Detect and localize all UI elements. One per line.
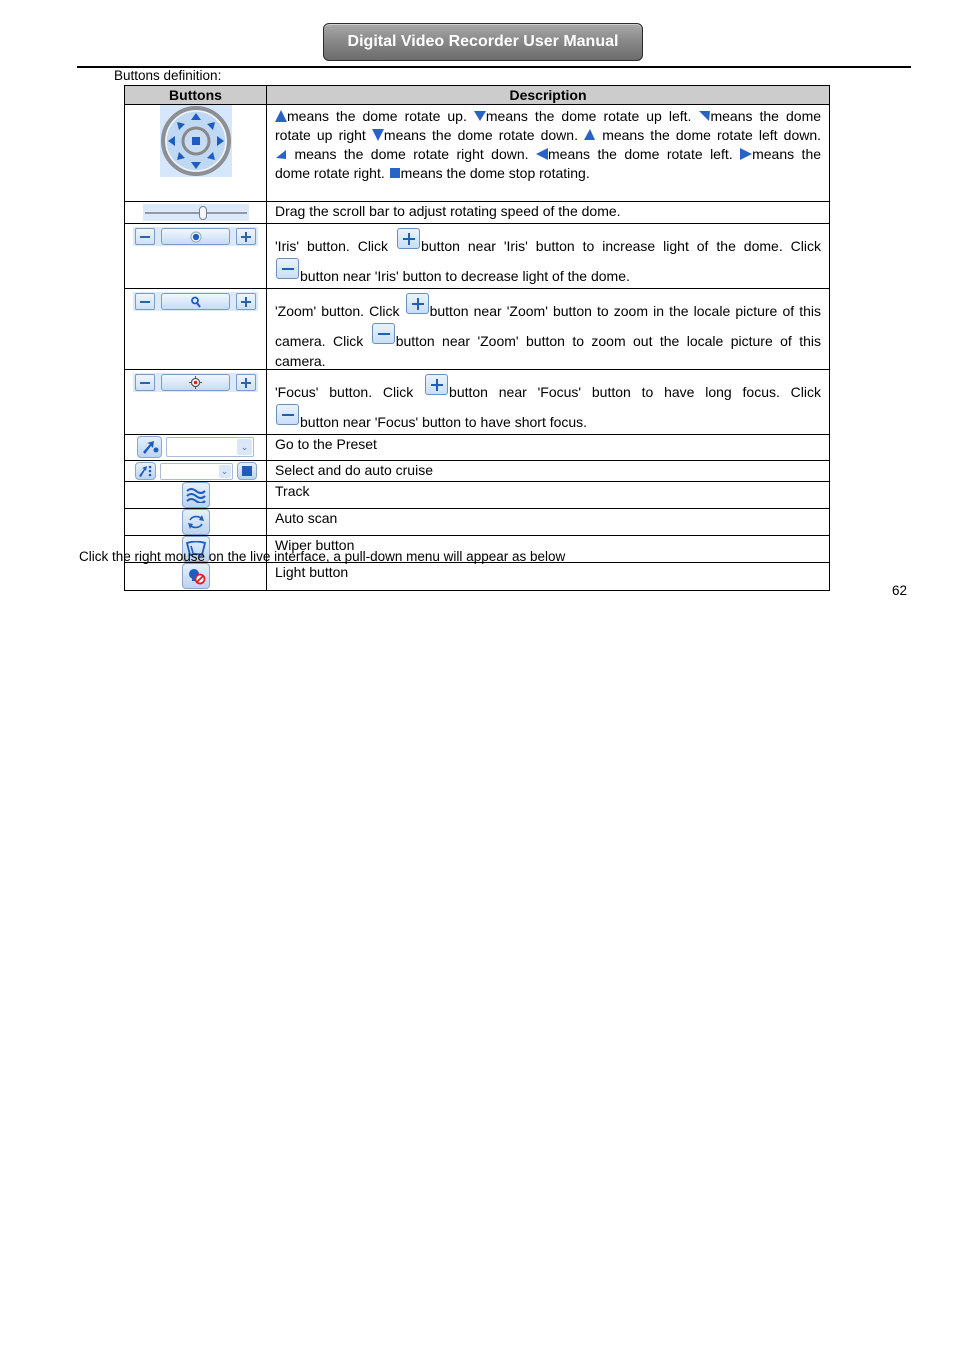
button-cell: ⌄ <box>124 434 267 461</box>
light-icon <box>181 563 210 589</box>
description-cell: Select and do auto cruise <box>266 460 830 482</box>
minus-button-icon <box>276 404 299 425</box>
goto-preset-button-icon <box>137 436 162 458</box>
arrow-up-icon <box>275 110 287 122</box>
button-cell <box>124 481 267 509</box>
focus-target-icon <box>189 376 202 389</box>
plus-icon <box>236 228 256 245</box>
track-icon <box>181 482 210 508</box>
focus-control-icon <box>133 373 258 392</box>
stop-square-icon <box>389 167 401 179</box>
description-cell: 'Iris' button. Click button near 'Iris' … <box>266 223 830 289</box>
table-row: 'Focus' button. Click button near 'Focus… <box>124 369 830 435</box>
minus-button-icon <box>371 323 395 344</box>
table-row: Track <box>124 481 830 509</box>
table-row: 'Zoom' button. Click button near 'Zoom' … <box>124 288 830 370</box>
section-intro: Buttons definition: <box>114 68 222 83</box>
auto-scan-icon <box>181 509 210 535</box>
plus-icon <box>236 374 256 391</box>
body-paragraph: Click the right mouse on the live interf… <box>79 549 566 564</box>
button-cell <box>124 201 267 224</box>
description-cell: Track <box>266 481 830 509</box>
arrow-right-icon <box>740 148 753 160</box>
arrow-up-left-icon <box>473 110 486 122</box>
button-cell <box>124 369 267 435</box>
button-cell: ⌄ <box>124 460 267 482</box>
chevron-down-icon: ⌄ <box>218 464 231 478</box>
table-row: Light button <box>124 562 830 591</box>
minus-button-icon <box>276 258 299 279</box>
button-cell <box>124 288 267 370</box>
description-cell: 'Zoom' button. Click button near 'Zoom' … <box>266 288 830 370</box>
minus-icon <box>135 293 155 310</box>
zoom-control-icon <box>133 292 258 311</box>
table-row: means the dome rotate up. means the dome… <box>124 104 830 202</box>
stop-button-icon <box>236 462 257 480</box>
cruise-button-icon <box>134 462 156 480</box>
table-row: ⌄ Select and do auto cruise <box>124 460 830 482</box>
description-cell: means the dome rotate up. means the dome… <box>266 104 830 202</box>
table-header-row: Buttons Description <box>124 85 830 105</box>
description-cell: Light button <box>266 562 830 591</box>
description-cell: Auto scan <box>266 508 830 536</box>
chevron-down-icon: ⌄ <box>237 439 252 455</box>
ptz-direction-pad-icon <box>159 105 232 177</box>
table-row: ⌄ Go to the Preset <box>124 434 830 461</box>
button-cell <box>124 562 267 591</box>
cruise-dropdown: ⌄ <box>159 462 233 480</box>
table-row: Drag the scroll bar to adjust rotating s… <box>124 201 830 224</box>
description-cell: Go to the Preset <box>266 434 830 461</box>
iris-icon <box>190 231 201 242</box>
arrow-left-down-icon <box>584 129 596 141</box>
speed-slider-icon <box>142 204 249 221</box>
button-cell <box>124 508 267 536</box>
arrow-down-icon <box>371 129 384 141</box>
buttons-definition-table: Buttons Description means the dome rotat… <box>124 85 830 591</box>
arrow-left-icon <box>536 148 548 160</box>
auto-cruise-icon: ⌄ <box>125 461 266 480</box>
iris-control-icon <box>133 227 258 246</box>
description-cell: 'Focus' button. Click button near 'Focus… <box>266 369 830 435</box>
manual-title-badge: Digital Video Recorder User Manual <box>323 23 643 61</box>
description-cell: Drag the scroll bar to adjust rotating s… <box>266 201 830 224</box>
plus-button-icon <box>405 293 429 314</box>
arrow-right-down-icon <box>275 148 287 160</box>
button-cell <box>124 223 267 289</box>
column-header-description: Description <box>266 85 830 105</box>
column-header-buttons: Buttons <box>124 85 267 105</box>
table-row: 'Iris' button. Click button near 'Iris' … <box>124 223 830 289</box>
plus-button-icon <box>425 374 449 395</box>
button-cell <box>124 104 267 202</box>
preset-dropdown: ⌄ <box>166 437 254 457</box>
plus-icon <box>236 293 256 310</box>
plus-button-icon <box>397 228 420 249</box>
minus-icon <box>135 228 155 245</box>
preset-goto-icon: ⌄ <box>125 435 266 458</box>
manual-title: Digital Video Recorder User Manual <box>347 33 619 50</box>
magnifier-icon <box>190 296 201 308</box>
table-row: Auto scan <box>124 508 830 536</box>
minus-icon <box>135 374 155 391</box>
arrow-up-right-icon <box>698 110 711 122</box>
page-number: 62 <box>892 583 908 598</box>
